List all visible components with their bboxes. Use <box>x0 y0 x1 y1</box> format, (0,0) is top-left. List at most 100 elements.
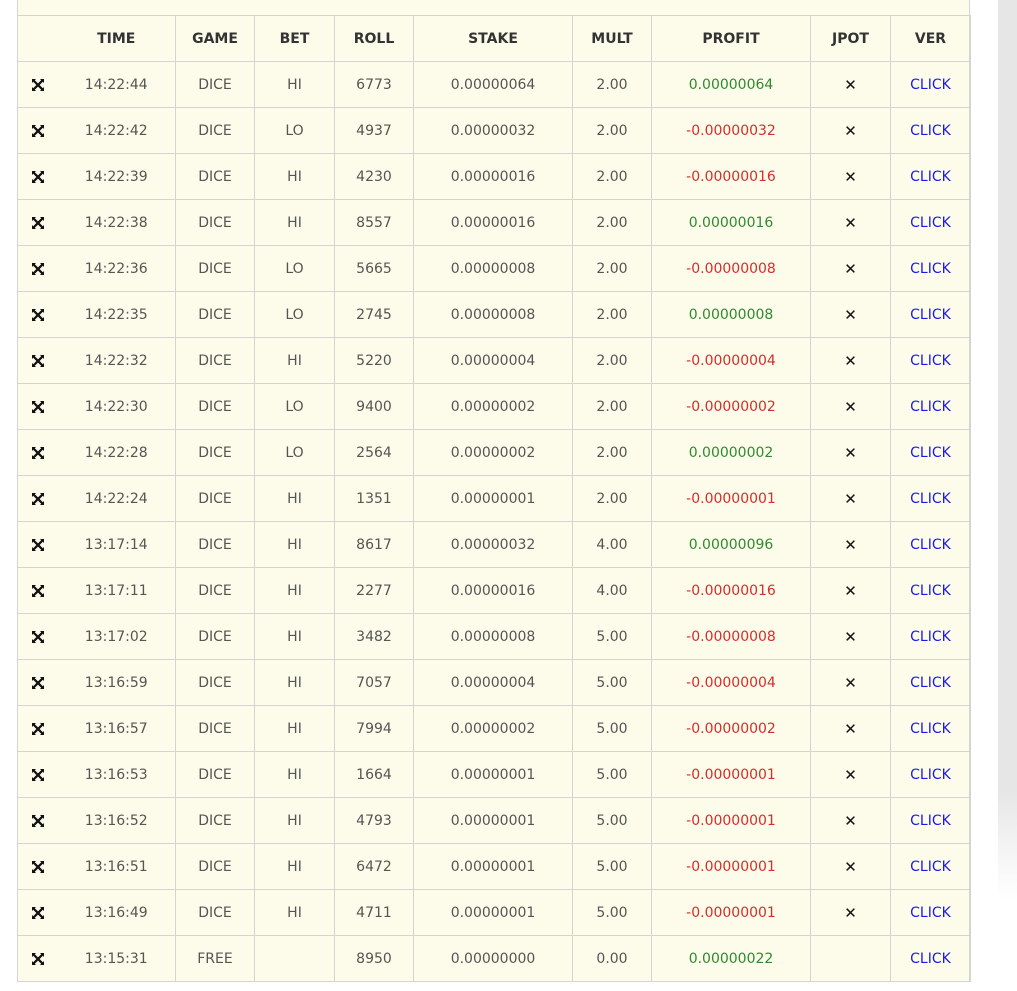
cell-stake: 0.00000002 <box>413 705 573 752</box>
cell-stake: 0.00000016 <box>413 567 573 614</box>
expand-cell[interactable] <box>17 337 58 384</box>
expand-cell[interactable] <box>17 107 58 154</box>
table-row: 14:22:24 DICE HI 1351 0.00000001 2.00 -0.00000… <box>17 475 971 522</box>
expand-icon[interactable] <box>31 215 45 231</box>
expand-cell[interactable] <box>17 567 58 614</box>
cell-stake: 0.00000032 <box>413 521 573 568</box>
expand-cell[interactable] <box>17 245 58 292</box>
expand-cell[interactable] <box>17 383 58 430</box>
table-row: 14:22:44 DICE HI 6773 0.00000064 2.00 0.000000… <box>17 61 971 108</box>
expand-cell[interactable] <box>17 935 58 982</box>
cell-mult: 5.00 <box>572 659 652 706</box>
cell-profit: -0.00000001 <box>651 475 811 522</box>
expand-icon[interactable] <box>31 77 45 93</box>
cell-mult: 2.00 <box>572 61 652 108</box>
cell-profit: -0.00000001 <box>651 889 811 936</box>
verify-link[interactable]: CLICK <box>890 751 971 798</box>
expand-icon[interactable] <box>31 951 45 967</box>
expand-icon[interactable] <box>31 767 45 783</box>
expand-icon[interactable] <box>31 123 45 139</box>
verify-link[interactable]: CLICK <box>890 935 971 982</box>
verify-link[interactable]: CLICK <box>890 889 971 936</box>
verify-link[interactable]: CLICK <box>890 567 971 614</box>
expand-icon[interactable] <box>31 353 45 369</box>
verify-link[interactable]: CLICK <box>890 337 971 384</box>
verify-link[interactable]: CLICK <box>890 199 971 246</box>
verify-link[interactable]: CLICK <box>890 107 971 154</box>
cell-game: DICE <box>175 383 255 430</box>
expand-icon[interactable] <box>31 445 45 461</box>
expand-icon[interactable] <box>31 399 45 415</box>
cell-jpot: ✕ <box>810 705 891 752</box>
verify-link[interactable]: CLICK <box>890 843 971 890</box>
expand-cell[interactable] <box>17 521 58 568</box>
expand-icon[interactable] <box>31 307 45 323</box>
verify-link[interactable]: CLICK <box>890 613 971 660</box>
header-expand <box>17 15 58 62</box>
verify-link[interactable]: CLICK <box>890 153 971 200</box>
expand-cell[interactable] <box>17 199 58 246</box>
expand-cell[interactable] <box>17 889 58 936</box>
cell-jpot: ✕ <box>810 659 891 706</box>
table-row: 13:17:11 DICE HI 2277 0.00000016 4.00 -0.00000… <box>17 567 971 614</box>
cell-mult: 5.00 <box>572 705 652 752</box>
expand-icon[interactable] <box>31 859 45 875</box>
cell-mult: 5.00 <box>572 889 652 936</box>
verify-link[interactable]: CLICK <box>890 291 971 338</box>
expand-icon[interactable] <box>31 629 45 645</box>
expand-cell[interactable] <box>17 153 58 200</box>
verify-link[interactable]: CLICK <box>890 61 971 108</box>
verify-link[interactable]: CLICK <box>890 429 971 476</box>
verify-link[interactable]: CLICK <box>890 797 971 844</box>
cell-roll: 1664 <box>334 751 414 798</box>
cell-jpot: ✕ <box>810 751 891 798</box>
expand-cell[interactable] <box>17 613 58 660</box>
verify-link[interactable]: CLICK <box>890 705 971 752</box>
expand-icon[interactable] <box>31 905 45 921</box>
table-row: 13:15:31 FREE 8950 0.00000000 0.00 0.00000022… <box>17 935 971 982</box>
cell-jpot: ✕ <box>810 521 891 568</box>
expand-cell[interactable] <box>17 751 58 798</box>
expand-cell[interactable] <box>17 659 58 706</box>
expand-icon[interactable] <box>31 261 45 277</box>
cell-jpot: ✕ <box>810 567 891 614</box>
verify-link[interactable]: CLICK <box>890 521 971 568</box>
cell-mult: 2.00 <box>572 107 652 154</box>
cell-jpot: ✕ <box>810 475 891 522</box>
expand-icon[interactable] <box>31 721 45 737</box>
expand-icon[interactable] <box>31 169 45 185</box>
expand-cell[interactable] <box>17 291 58 338</box>
verify-link[interactable]: CLICK <box>890 245 971 292</box>
table-row: 14:22:38 DICE HI 8557 0.00000016 2.00 0.000000… <box>17 199 971 246</box>
verify-link[interactable]: CLICK <box>890 475 971 522</box>
cell-jpot: ✕ <box>810 337 891 384</box>
expand-icon[interactable] <box>31 491 45 507</box>
verify-link[interactable]: CLICK <box>890 383 971 430</box>
cell-mult: 5.00 <box>572 797 652 844</box>
expand-cell[interactable] <box>17 705 58 752</box>
cell-game: DICE <box>175 291 255 338</box>
expand-cell[interactable] <box>17 475 58 522</box>
expand-cell[interactable] <box>17 429 58 476</box>
expand-icon[interactable] <box>31 675 45 691</box>
cell-time: 13:15:31 <box>57 935 176 982</box>
cell-stake: 0.00000004 <box>413 659 573 706</box>
cell-game: DICE <box>175 245 255 292</box>
cell-profit: 0.00000002 <box>651 429 811 476</box>
cell-jpot: ✕ <box>810 429 891 476</box>
expand-icon[interactable] <box>31 583 45 599</box>
cell-bet: HI <box>254 61 335 108</box>
expand-cell[interactable] <box>17 797 58 844</box>
cell-bet <box>254 935 335 982</box>
cell-time: 13:17:14 <box>57 521 176 568</box>
expand-cell[interactable] <box>17 61 58 108</box>
verify-link[interactable]: CLICK <box>890 659 971 706</box>
expand-icon[interactable] <box>31 537 45 553</box>
cell-bet: HI <box>254 521 335 568</box>
cell-roll: 6773 <box>334 61 414 108</box>
cell-game: DICE <box>175 567 255 614</box>
scrollbar-track[interactable] <box>998 0 1017 991</box>
expand-icon[interactable] <box>31 813 45 829</box>
expand-cell[interactable] <box>17 843 58 890</box>
cell-bet: HI <box>254 705 335 752</box>
